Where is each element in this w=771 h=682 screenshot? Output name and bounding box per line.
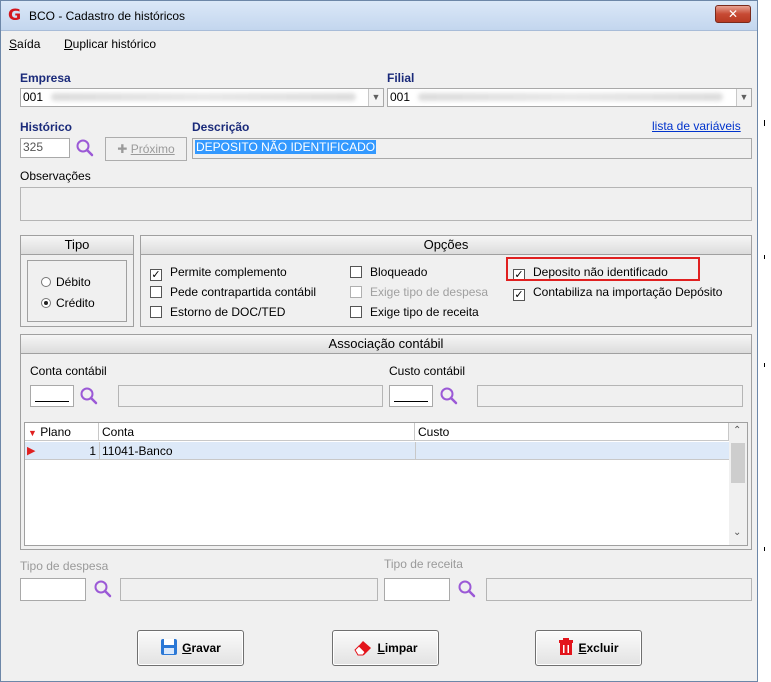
trash-icon xyxy=(559,638,574,655)
scroll-up-icon[interactable]: ⌃ xyxy=(733,425,741,436)
tipo-despesa-desc-input xyxy=(120,578,378,601)
historico-input[interactable]: 325 xyxy=(20,138,70,158)
tipo-group xyxy=(27,260,127,322)
tipo-despesa-code-input[interactable] xyxy=(20,578,86,601)
edge-mark xyxy=(764,363,765,367)
close-button[interactable]: ✕ xyxy=(715,5,751,23)
chk-exige-tipo-receita[interactable]: Exige tipo de receita xyxy=(350,305,479,319)
tipo-title: Tipo xyxy=(21,236,133,255)
chk-contabiliza-importacao-deposito[interactable]: ✓ Contabiliza na importação Depósito xyxy=(513,285,722,301)
radio-debito[interactable]: Débito xyxy=(41,275,91,289)
search-icon[interactable] xyxy=(439,386,459,406)
cell-conta: 11041-Banco xyxy=(102,444,173,458)
historico-label: Histórico xyxy=(20,120,73,134)
grid-scrollbar[interactable]: ⌃ ⌄ xyxy=(729,423,747,545)
grid-header-conta[interactable]: Conta xyxy=(99,423,415,441)
observacoes-label: Observações xyxy=(20,169,91,183)
gravar-button[interactable]: Gravar xyxy=(137,630,244,666)
plus-icon: ✚ xyxy=(117,142,128,156)
edge-mark xyxy=(764,255,765,259)
menu-duplicar-historico[interactable]: Duplicar histórico xyxy=(64,37,156,51)
menu-saida[interactable]: Saída xyxy=(9,37,40,51)
search-icon[interactable] xyxy=(457,579,477,599)
chk-exige-tipo-despesa[interactable]: Exige tipo de despesa xyxy=(350,285,488,299)
app-logo-icon: G xyxy=(8,5,22,24)
chk-bloqueado[interactable]: Bloqueado xyxy=(350,265,427,279)
filial-name-redacted xyxy=(418,93,723,101)
tipo-panel: Tipo Débito Crédito xyxy=(20,235,134,327)
highlight-box xyxy=(506,257,700,281)
radio-credito-circle xyxy=(41,298,51,308)
custo-contabil-label: Custo contábil xyxy=(389,364,466,378)
descricao-input[interactable]: DEPOSITO NÃO IDENTIFICADO xyxy=(192,138,752,159)
opcoes-title: Opções xyxy=(141,236,751,255)
edge-mark xyxy=(764,547,765,551)
tipo-receita-desc-input xyxy=(486,578,752,601)
chevron-down-icon[interactable]: ▼ xyxy=(736,89,751,106)
search-icon[interactable] xyxy=(75,138,95,158)
associacao-panel: Associação contábil Conta contábil Custo… xyxy=(20,334,752,550)
table-row[interactable]: ▶ 1 11041-Banco xyxy=(25,442,729,460)
grid-header-plano[interactable]: ▼ Plano xyxy=(25,423,99,441)
conta-contabil-code-input[interactable] xyxy=(30,385,74,407)
empresa-name-redacted xyxy=(51,93,356,101)
associacao-grid: ▼ Plano Conta Custo ▶ 1 11041-Banco ⌃ ⌄ xyxy=(24,422,748,546)
sort-indicator-icon: ▼ xyxy=(28,428,37,438)
chk-permite-complemento[interactable]: ✓ Permite complemento xyxy=(150,265,287,281)
scroll-thumb[interactable] xyxy=(731,443,745,483)
window-title: BCO - Cadastro de históricos xyxy=(29,9,186,23)
search-icon[interactable] xyxy=(93,579,113,599)
proximo-button[interactable]: ✚ Próximo xyxy=(105,137,187,161)
grid-header-custo[interactable]: Custo xyxy=(415,423,729,441)
search-icon[interactable] xyxy=(79,386,99,406)
tipo-receita-code-input[interactable] xyxy=(384,578,450,601)
custo-contabil-code-input[interactable] xyxy=(389,385,433,407)
close-icon: ✕ xyxy=(727,7,739,21)
filial-label: Filial xyxy=(387,71,415,85)
limpar-button[interactable]: Limpar xyxy=(332,630,439,666)
custo-contabil-desc-input xyxy=(477,385,743,407)
observacoes-input[interactable] xyxy=(20,187,752,221)
title-bar[interactable]: G BCO - Cadastro de históricos ✕ xyxy=(1,1,757,31)
chk-estorno-doc-ted[interactable]: Estorno de DOC/TED xyxy=(150,305,285,319)
descricao-label: Descrição xyxy=(192,120,250,134)
filial-value: 001 xyxy=(390,90,411,104)
tipo-receita-label: Tipo de receita xyxy=(384,557,463,571)
conta-contabil-label: Conta contábil xyxy=(30,364,107,378)
eraser-icon xyxy=(354,641,372,656)
radio-debito-circle xyxy=(41,277,51,287)
associacao-title: Associação contábil xyxy=(21,335,751,354)
empresa-label: Empresa xyxy=(20,71,71,85)
cell-plano: 1 xyxy=(89,444,96,458)
radio-credito[interactable]: Crédito xyxy=(41,296,95,310)
edge-mark xyxy=(764,120,765,126)
conta-contabil-desc-input xyxy=(118,385,383,407)
lista-variaveis-link[interactable]: lista de variáveis xyxy=(652,119,741,133)
opcoes-panel: Opções ✓ Permite complemento Pede contrap… xyxy=(140,235,752,327)
chevron-down-icon[interactable]: ▼ xyxy=(368,89,383,106)
menu-bar: Saída Duplicar histórico xyxy=(1,32,757,54)
save-icon xyxy=(161,639,178,655)
scroll-down-icon[interactable]: ⌄ xyxy=(733,527,741,538)
tipo-despesa-label: Tipo de despesa xyxy=(20,559,109,573)
empresa-select[interactable]: 001 ▼ xyxy=(20,88,384,107)
chk-pede-contrapartida[interactable]: Pede contrapartida contábil xyxy=(150,285,316,299)
empresa-value: 001 xyxy=(23,90,44,104)
filial-select[interactable]: 001 ▼ xyxy=(387,88,752,107)
window: G BCO - Cadastro de históricos ✕ Saída D… xyxy=(0,0,758,682)
excluir-button[interactable]: Excluir xyxy=(535,630,642,666)
